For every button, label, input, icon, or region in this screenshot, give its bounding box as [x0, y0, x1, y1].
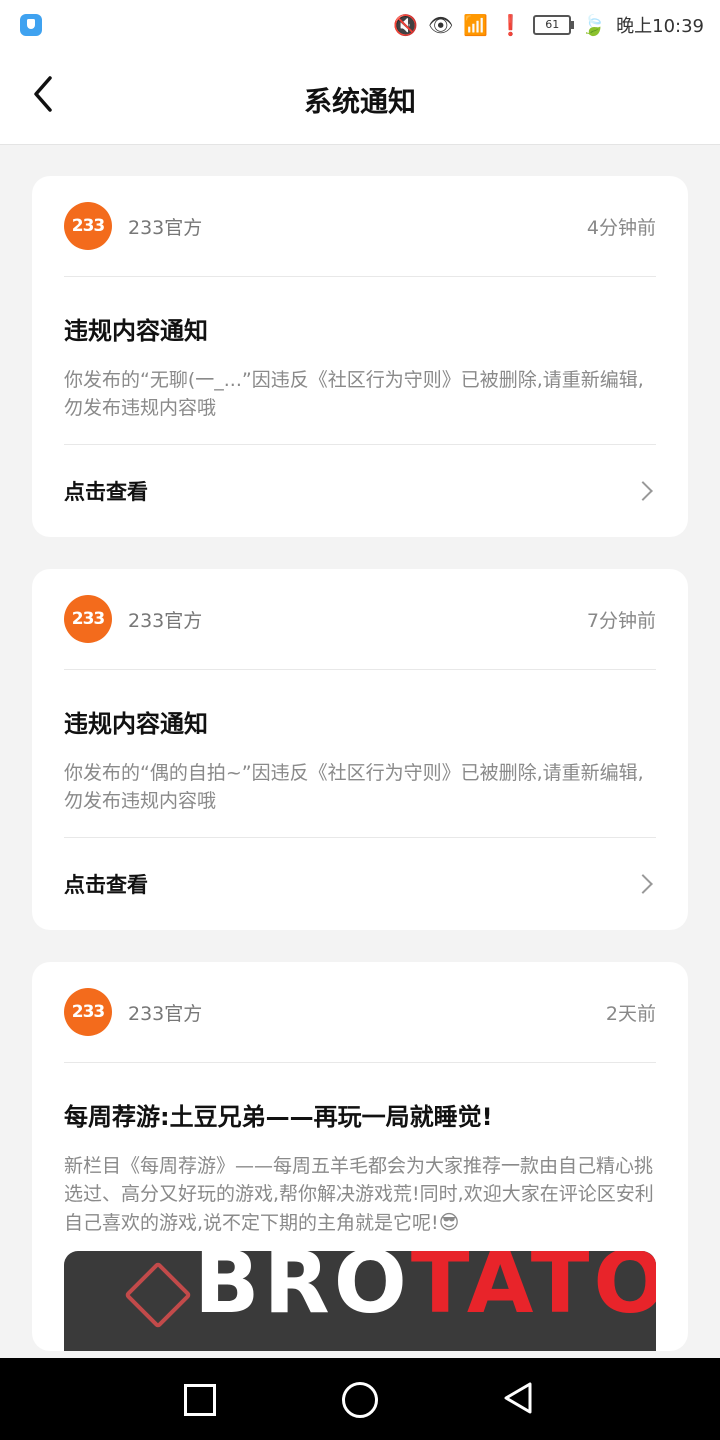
notification-time: 4分钟前 — [586, 216, 656, 239]
system-back-button[interactable] — [500, 1380, 540, 1420]
system-nav-bar — [0, 1358, 720, 1440]
recents-button[interactable] — [180, 1380, 220, 1420]
chevron-right-icon — [633, 874, 653, 894]
status-bar: 🔇 👁 📶 ❗ 61 🍃 晚上10:39 — [0, 0, 720, 50]
card-header: 233 233官方 2天前 — [64, 962, 656, 1063]
sender-name: 233官方 — [128, 216, 203, 239]
banner-text-red: TATO — [410, 1251, 656, 1333]
sender-logo: 233 — [64, 595, 112, 643]
home-button[interactable] — [340, 1380, 380, 1420]
notification-body: 你发布的“偶的自拍~”因违反《社区行为守则》已被删除,请重新编辑,勿发布违规内容… — [64, 762, 644, 812]
status-icons: 🔇 👁 📶 ❗ 61 🍃 晚上10:39 — [393, 10, 704, 40]
triangle-back-icon — [504, 1382, 532, 1414]
view-details-label: 点击查看 — [64, 480, 148, 504]
notification-body: 新栏目《每周荐游》——每周五羊毛都会为大家推荐一款由自己精心挑选过、高分又好玩的… — [64, 1152, 656, 1251]
notification-time: 7分钟前 — [586, 609, 656, 632]
sender-logo: 233 — [64, 988, 112, 1036]
banner-decoration — [124, 1261, 192, 1329]
mute-icon: 🔇 — [393, 13, 419, 37]
view-details-link[interactable]: 点击查看 — [64, 444, 656, 537]
alert-icon: ❗ — [498, 13, 524, 37]
eye-icon: 👁 — [428, 13, 454, 37]
game-banner-image[interactable]: BROTATO — [64, 1251, 656, 1351]
page-title: 系统通知 — [303, 85, 416, 118]
wifi-icon: 📶 — [463, 13, 489, 37]
notification-title: 违规内容通知 — [64, 710, 208, 738]
notification-title: 违规内容通知 — [64, 317, 208, 345]
chevron-right-icon — [633, 481, 653, 501]
banner-text-white: BRO — [194, 1251, 411, 1333]
sender-logo: 233 — [64, 202, 112, 250]
notification-card: 233 233官方 4分钟前 违规内容通知 你发布的“无聊(一_...”因违反《… — [32, 176, 688, 537]
notification-card: 233 233官方 7分钟前 违规内容通知 你发布的“偶的自拍~”因违反《社区行… — [32, 569, 688, 930]
notification-time: 2天前 — [605, 1002, 656, 1025]
circle-icon — [342, 1382, 378, 1418]
banner-logo-text: BROTATO — [194, 1251, 656, 1333]
notification-card[interactable]: 233 233官方 2天前 每周荐游:土豆兄弟——再玩一局就睡觉! 新栏目《每周… — [32, 962, 688, 1351]
card-header: 233 233官方 7分钟前 — [64, 569, 656, 670]
sender-name: 233官方 — [128, 609, 203, 632]
sunglasses-emoji-icon: 😎 — [438, 1210, 460, 1234]
notification-title: 每周荐游:土豆兄弟——再玩一局就睡觉! — [64, 1103, 493, 1131]
notification-list: 233 233官方 4分钟前 违规内容通知 你发布的“无聊(一_...”因违反《… — [32, 176, 688, 1383]
view-details-label: 点击查看 — [64, 873, 148, 897]
status-time: 晚上10:39 — [616, 16, 704, 37]
app-bar: 系统通知 — [0, 50, 720, 145]
shield-app-icon — [20, 14, 42, 36]
leaf-icon: 🍃 — [581, 13, 607, 37]
battery-icon: 61 — [533, 15, 575, 35]
card-header: 233 233官方 4分钟前 — [64, 176, 656, 277]
notification-body: 你发布的“无聊(一_...”因违反《社区行为守则》已被删除,请重新编辑,勿发布违… — [64, 369, 644, 419]
notification-body-text: 新栏目《每周荐游》——每周五羊毛都会为大家推荐一款由自己精心挑选过、高分又好玩的… — [64, 1155, 654, 1234]
view-details-link[interactable]: 点击查看 — [64, 837, 656, 930]
sender-name: 233官方 — [128, 1002, 203, 1025]
square-icon — [184, 1384, 216, 1416]
